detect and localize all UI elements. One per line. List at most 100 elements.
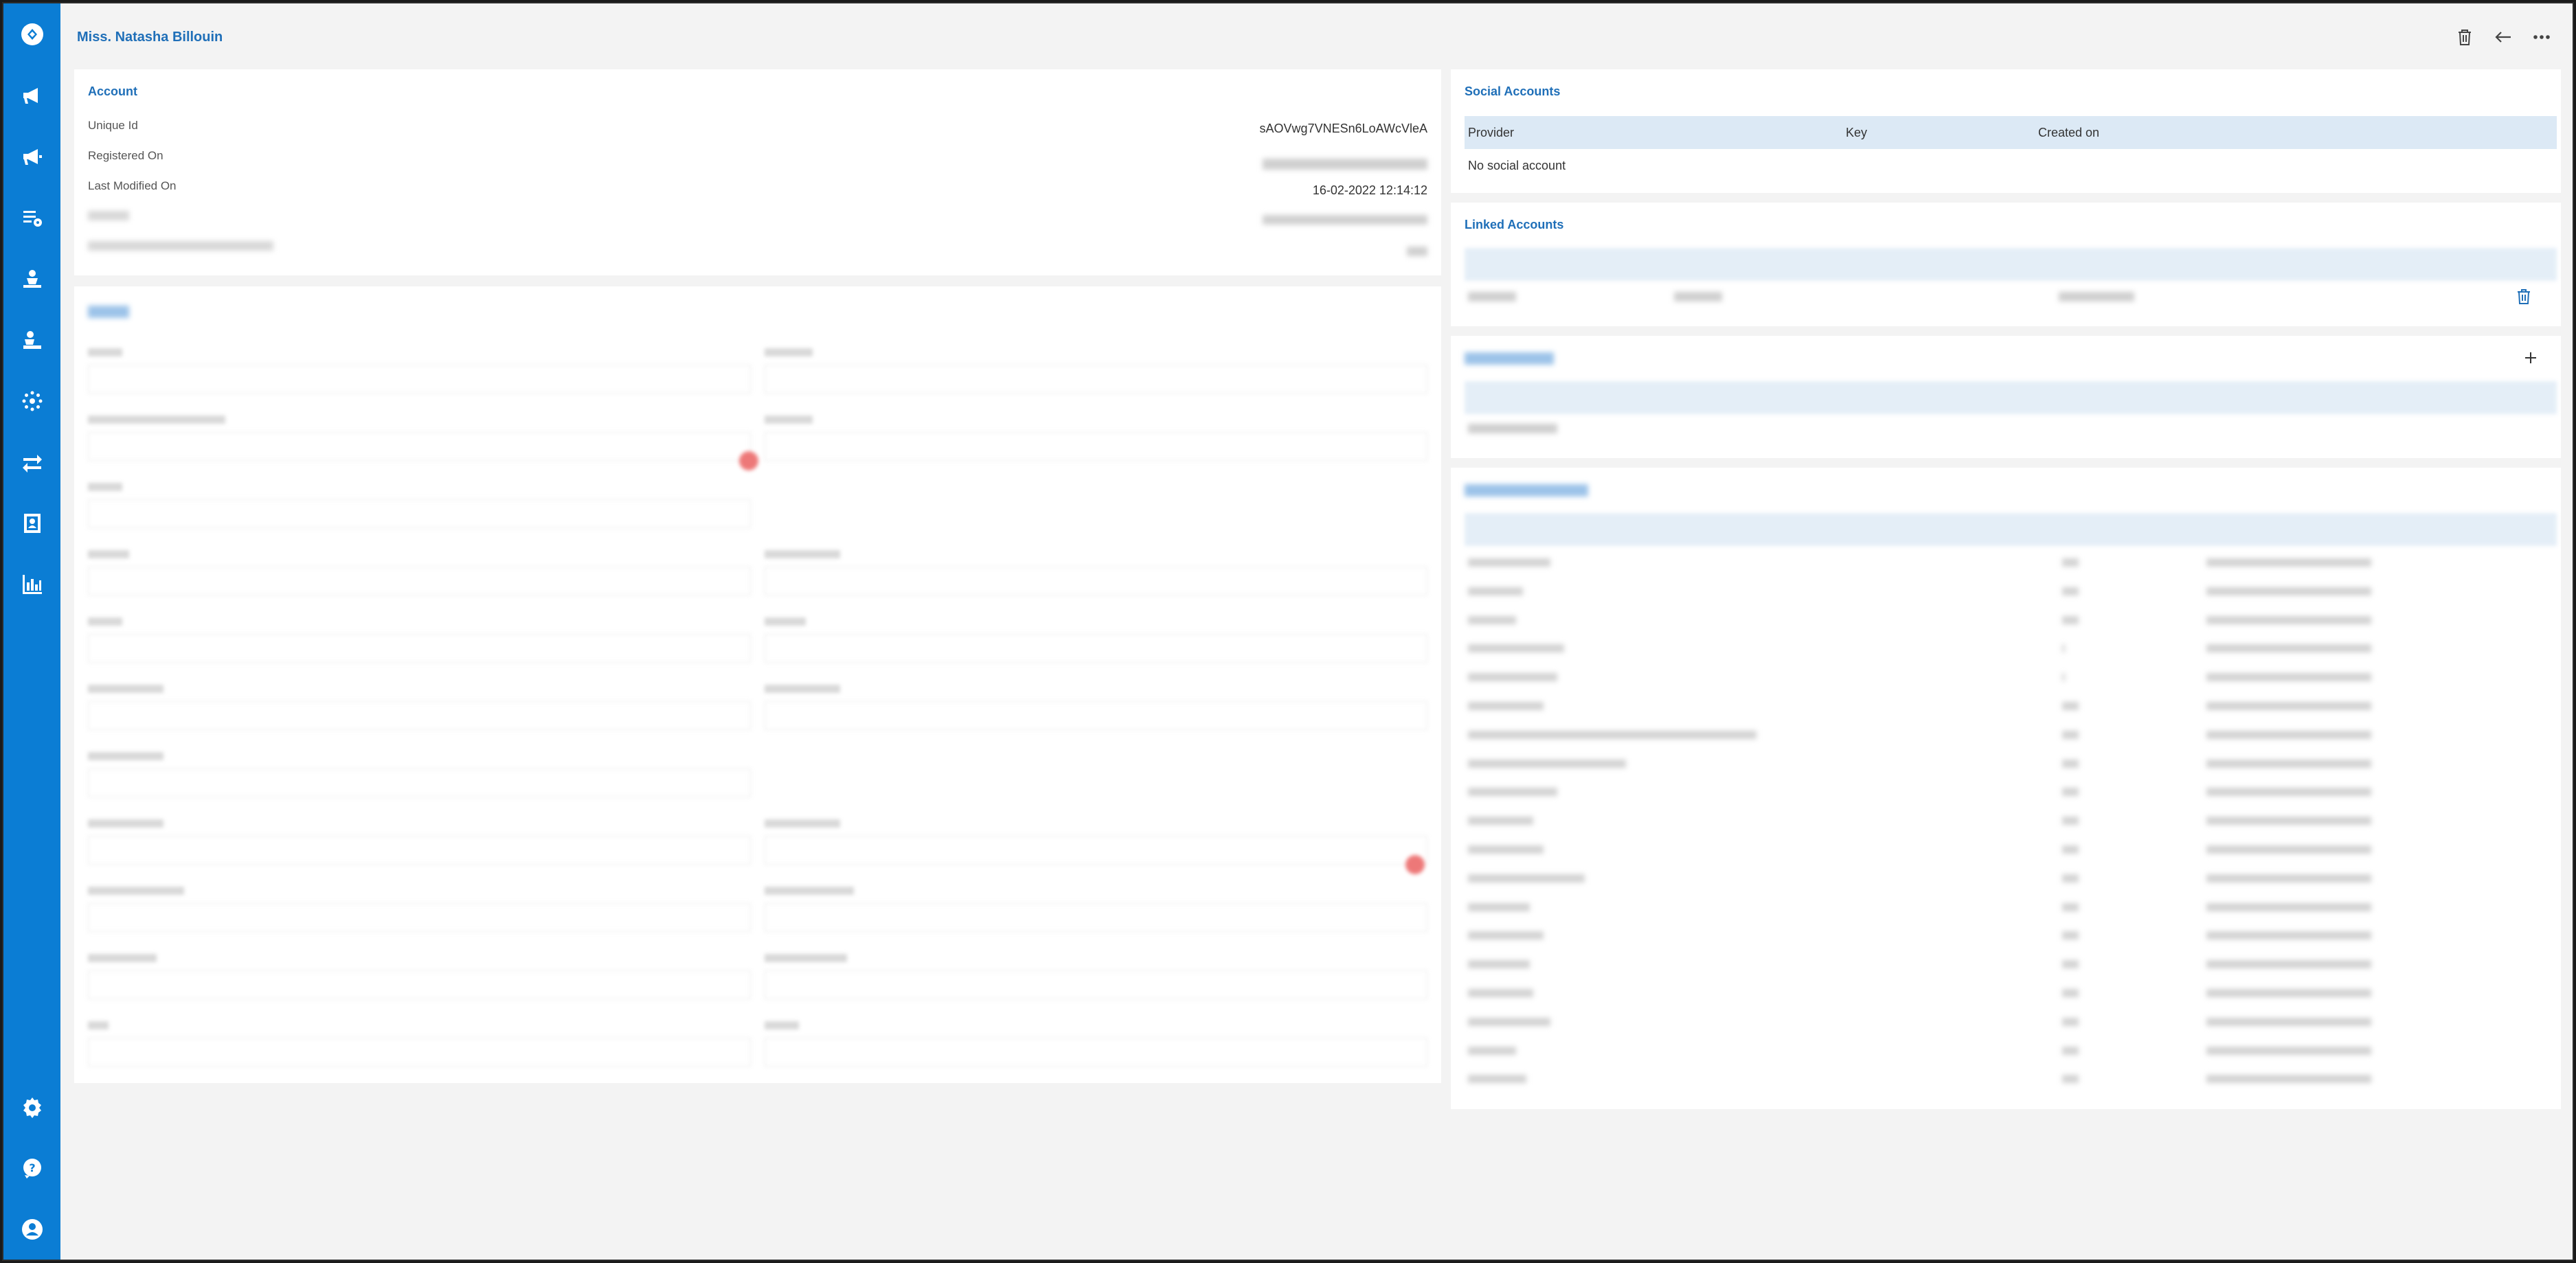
last-modified-label: Last Modified On (88, 179, 177, 192)
last-modified-value: 16-02-2022 12:14:12 (1312, 183, 1427, 197)
permission-date (2206, 989, 2371, 997)
permission-row (1468, 1012, 2540, 1033)
permission-row (1468, 754, 2540, 775)
permission-name (1468, 874, 1585, 883)
form-field[interactable] (88, 550, 751, 595)
permission-row (1468, 611, 2540, 631)
permission-row (1468, 725, 2540, 746)
permission-date (2206, 730, 2371, 739)
form-field[interactable] (765, 416, 1427, 461)
permission-name (1468, 587, 1523, 595)
permission-flag (2062, 759, 2079, 768)
registered-on-label: Registered On (88, 149, 163, 162)
profile-title (88, 306, 129, 318)
trash-icon[interactable] (2454, 27, 2475, 47)
permissions-panel (1451, 468, 2561, 1109)
permission-flag (2062, 730, 2079, 739)
form-field[interactable] (765, 685, 1427, 730)
blurred-value (1407, 247, 1427, 256)
custom-empty-row (1468, 424, 1557, 433)
page-title: Miss. Natasha Billouin (77, 30, 223, 45)
permission-row (1468, 926, 2540, 946)
logo-icon[interactable] (3, 3, 60, 65)
permission-flag (2062, 1046, 2079, 1055)
form-field[interactable] (765, 550, 1427, 595)
permission-flag (2062, 587, 2079, 595)
form-field[interactable] (765, 1021, 1427, 1067)
permission-flag (2062, 817, 2079, 826)
form-field[interactable] (88, 685, 751, 730)
transfer-icon[interactable] (3, 431, 60, 492)
account-panel: Account Unique Id sAOVwg7VNESn6LoAWcVleA… (74, 69, 1441, 275)
form-field[interactable] (88, 752, 751, 797)
contact-icon[interactable] (3, 492, 60, 554)
permission-date (2206, 902, 2371, 911)
form-field[interactable] (88, 954, 751, 999)
form-field[interactable] (88, 887, 751, 932)
form-field[interactable] (88, 416, 751, 461)
permission-date (2206, 673, 2371, 682)
help-icon[interactable]: ? (3, 1137, 60, 1198)
permission-date (2206, 587, 2371, 595)
permission-date (2206, 1017, 2371, 1026)
permission-name (1468, 788, 1557, 797)
form-field[interactable] (765, 887, 1427, 932)
permission-row (1468, 840, 2540, 861)
chart-icon[interactable] (3, 554, 60, 615)
permission-flag (2062, 845, 2079, 854)
permission-flag (2062, 644, 2065, 653)
permission-name (1468, 615, 1516, 624)
svg-text:?: ? (29, 1161, 35, 1174)
header-actions (2454, 27, 2552, 47)
user-hands-alt-icon[interactable] (3, 309, 60, 370)
permission-name (1468, 558, 1550, 567)
permission-date (2206, 931, 2371, 940)
form-field[interactable] (88, 483, 751, 528)
permission-name (1468, 702, 1544, 710)
settings-icon[interactable] (3, 1076, 60, 1137)
form-field[interactable] (88, 819, 751, 865)
form-field[interactable] (765, 819, 1427, 865)
column-key: Key (1846, 126, 1868, 139)
account-icon[interactable] (3, 1198, 60, 1260)
permission-date (2206, 960, 2371, 969)
permission-name (1468, 931, 1544, 940)
linked-accounts-panel: Linked Accounts (1451, 203, 2561, 326)
permission-name (1468, 845, 1544, 854)
add-icon[interactable] (2522, 350, 2539, 366)
network-icon[interactable] (3, 370, 60, 431)
form-field[interactable] (765, 617, 1427, 663)
page-header: Miss. Natasha Billouin (60, 3, 2573, 72)
permissions-title (1465, 484, 1588, 497)
profile-panel (74, 286, 1441, 1083)
permission-date (2206, 615, 2371, 624)
form-field[interactable] (765, 954, 1427, 999)
social-table-header: Provider Key Created on (1465, 116, 2557, 149)
back-arrow-icon[interactable] (2493, 27, 2513, 47)
custom-table-header (1465, 381, 2557, 414)
more-options-icon[interactable] (2531, 27, 2552, 47)
form-field[interactable] (88, 348, 751, 394)
permission-date (2206, 759, 2371, 768)
unique-id-value: sAOVwg7VNESn6LoAWcVleA (1259, 122, 1427, 135)
campaign-icon[interactable] (3, 65, 60, 126)
delete-linked-account-icon[interactable] (2516, 288, 2532, 306)
permission-name (1468, 644, 1564, 653)
permission-name (1468, 1017, 1550, 1026)
permission-flag (2062, 931, 2079, 940)
form-field[interactable] (88, 1021, 751, 1067)
form-field[interactable] (765, 348, 1427, 394)
form-field[interactable] (88, 617, 751, 663)
permission-name (1468, 673, 1557, 682)
permission-row (1468, 696, 2540, 717)
error-indicator (1405, 855, 1425, 874)
blurred-row (88, 241, 273, 251)
user-hands-icon[interactable] (3, 248, 60, 309)
permission-flag (2062, 615, 2079, 624)
list-settings-icon[interactable] (3, 187, 60, 248)
social-accounts-title: Social Accounts (1465, 84, 1561, 98)
permission-flag (2062, 1017, 2079, 1026)
campaign-alt-icon[interactable] (3, 126, 60, 187)
linked-table-header (1465, 248, 2557, 281)
permission-name (1468, 730, 1756, 739)
